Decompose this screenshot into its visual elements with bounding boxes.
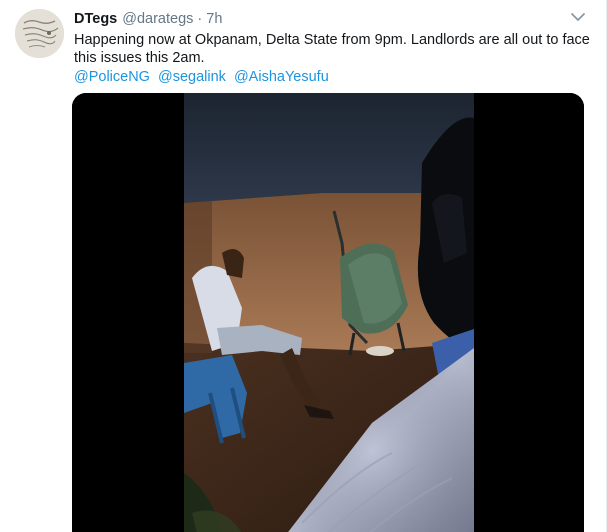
separator-dot: · <box>197 11 203 27</box>
mention-list: @PoliceNG @segalink @AishaYesufu <box>74 68 333 86</box>
avatar-image <box>15 9 64 58</box>
timestamp[interactable]: 7h <box>206 10 222 28</box>
user-handle[interactable]: @darategs <box>122 10 193 28</box>
video-frame <box>72 93 584 532</box>
mention-link[interactable]: @segalink <box>158 69 226 85</box>
display-name[interactable]: DTegs <box>74 10 117 28</box>
mention-link[interactable]: @AishaYesufu <box>234 69 329 85</box>
video-player[interactable] <box>72 93 584 532</box>
tweet-header: DTegs @darategs · 7h <box>74 10 222 28</box>
avatar[interactable] <box>15 9 64 58</box>
chevron-down-icon[interactable] <box>569 10 587 24</box>
tweet-text: Happening now at Okpanam, Delta State fr… <box>74 32 590 66</box>
tweet-card: DTegs @darategs · 7h Happening now at Ok… <box>0 0 607 532</box>
mention-link[interactable]: @PoliceNG <box>74 69 150 85</box>
